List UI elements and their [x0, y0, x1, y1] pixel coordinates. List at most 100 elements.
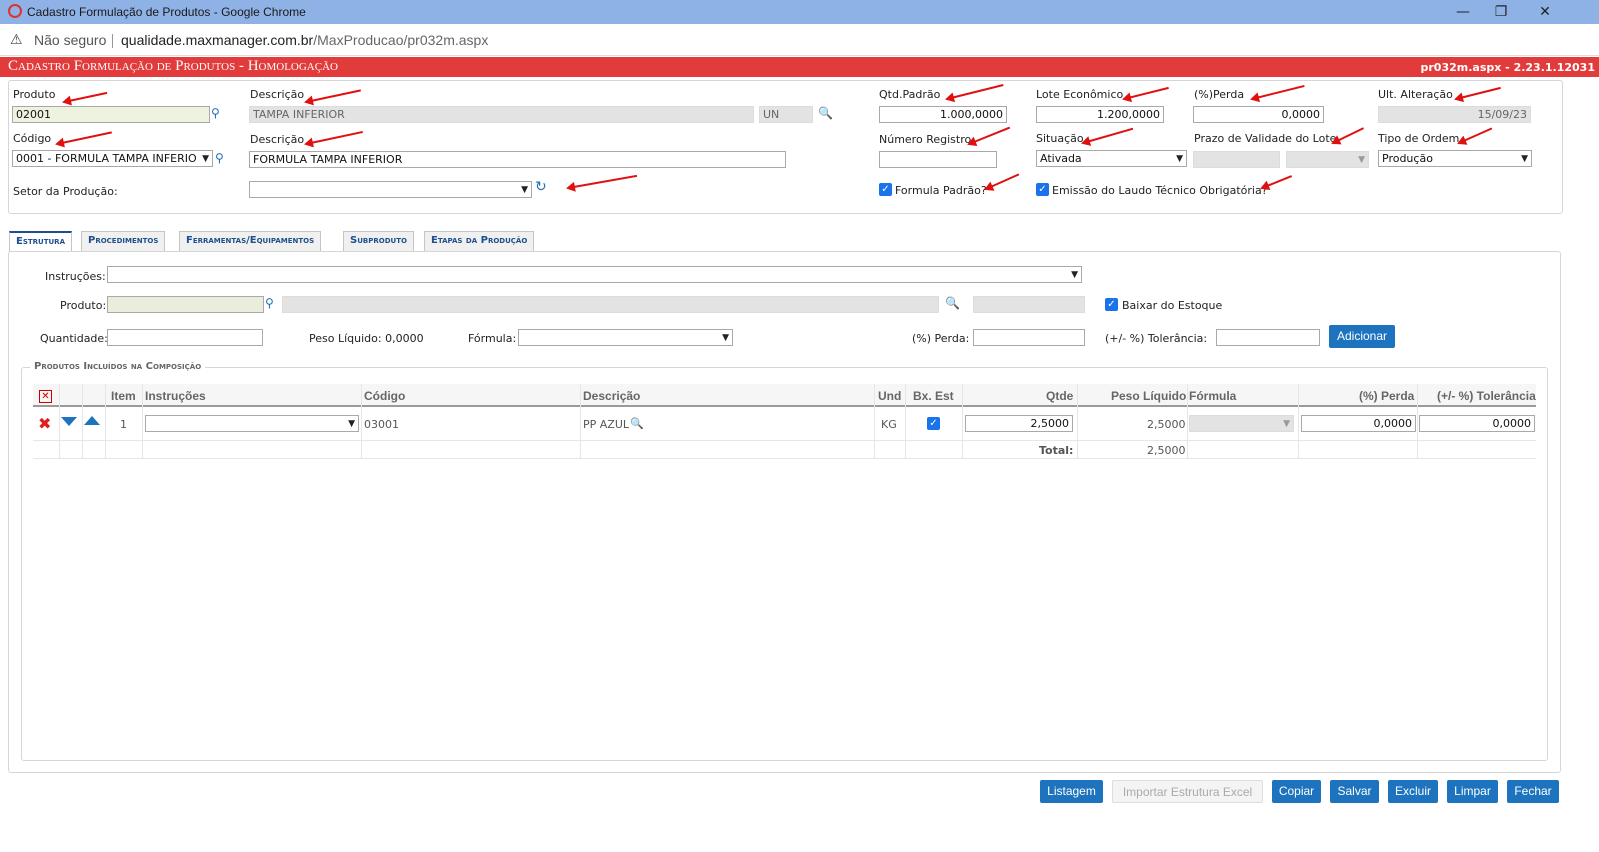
col-instrucoes: Instruções: [145, 389, 206, 403]
delete-row-icon[interactable]: ✖: [38, 414, 51, 433]
tab-ferramentas[interactable]: Ferramentas/Equipamentos: [179, 231, 322, 251]
minimize-icon[interactable]: —: [1454, 3, 1472, 21]
tipo-ordem-select-value: Produção: [1382, 152, 1433, 165]
window-title: Cadastro Formulação de Produtos - Google…: [27, 5, 306, 19]
lote-label: Lote Econômico: [1036, 88, 1124, 101]
restore-icon[interactable]: ❐: [1492, 3, 1510, 21]
move-up-icon[interactable]: [84, 416, 100, 425]
url-host: qualidade.maxmanager.com.br: [121, 32, 314, 48]
copiar-button[interactable]: Copiar: [1272, 780, 1321, 803]
tipo-ordem-label: Tipo de Ordem: [1378, 132, 1460, 145]
delete-all-icon[interactable]: ✕: [39, 390, 52, 403]
descricao2-label: Descrição: [250, 133, 305, 146]
chevron-down-icon: ▼: [1358, 154, 1365, 165]
estrutura-unidade-input: [973, 296, 1085, 313]
peso-liquido-label: Peso Líquido: 0,0000: [309, 332, 424, 345]
excluir-button[interactable]: Excluir: [1388, 780, 1438, 803]
cell-formula-select: ▼: [1189, 415, 1294, 432]
numero-registro-input[interactable]: [879, 151, 997, 168]
chevron-down-icon: ▼: [348, 418, 355, 429]
chevron-down-icon: ▼: [1521, 153, 1528, 164]
tab-procedimentos[interactable]: Procedimentos: [81, 231, 166, 251]
codigo-select[interactable]: 0001 - FORMULA TAMPA INFERIOR ▼: [12, 150, 213, 167]
adicionar-button[interactable]: Adicionar: [1329, 325, 1395, 348]
salvar-button[interactable]: Salvar: [1330, 780, 1379, 803]
listagem-button[interactable]: Listagem: [1040, 780, 1103, 803]
table-row: ✖ 1 ▼ 03001 PP AZUL 🔍 KG ✓ 2,5000 ▼: [33, 409, 1536, 440]
perda-input[interactable]: [1193, 106, 1324, 123]
chevron-down-icon: ▼: [722, 332, 729, 343]
produto-input[interactable]: [12, 106, 210, 123]
formula-select[interactable]: ▼: [518, 329, 733, 346]
cell-perda-input[interactable]: [1301, 415, 1416, 432]
tab-estrutura[interactable]: Estrutura: [9, 231, 72, 252]
situacao-select-value: Ativada: [1040, 152, 1082, 165]
search-icon[interactable]: ⚲: [211, 107, 220, 119]
estrutura-produto-input[interactable]: [107, 296, 264, 313]
estrutura-perda-input[interactable]: [973, 329, 1085, 346]
tab-etapas-producao[interactable]: Etapas da Produção: [424, 231, 535, 251]
total-value: 2,5000: [1147, 444, 1186, 457]
ult-alteracao-label: Ult. Alteração: [1378, 88, 1453, 101]
quantidade-label: Quantidade:: [40, 332, 108, 345]
tolerancia-input[interactable]: [1216, 329, 1320, 346]
search-codigo-icon[interactable]: ⚲: [215, 152, 224, 164]
limpar-button[interactable]: Limpar: [1447, 780, 1498, 803]
address-bar[interactable]: ⚠ Não seguro qualidade.maxmanager.com.br…: [0, 24, 1599, 56]
move-down-icon[interactable]: [61, 417, 77, 426]
lote-input[interactable]: [1036, 106, 1164, 123]
col-codigo: Código: [364, 389, 406, 403]
col-bx-est: Bx. Est: [913, 389, 954, 403]
close-window-icon[interactable]: ✕: [1536, 3, 1554, 21]
tab-subproduto[interactable]: Subproduto: [343, 231, 414, 251]
setor-select[interactable]: ▼: [249, 181, 532, 198]
binoculars-icon[interactable]: 🔍: [945, 297, 960, 309]
chevron-down-icon: ▼: [1176, 153, 1183, 164]
search-produto-icon[interactable]: ⚲: [265, 297, 274, 309]
situacao-select[interactable]: Ativada ▼: [1036, 150, 1187, 167]
prazo-unidade-select: ▼: [1286, 151, 1369, 168]
descricao-input: [249, 106, 754, 123]
fechar-button[interactable]: Fechar: [1507, 780, 1559, 803]
cell-und: KG: [881, 418, 897, 431]
refresh-icon[interactable]: ↻: [535, 180, 547, 194]
tipo-ordem-select[interactable]: Produção ▼: [1378, 150, 1532, 167]
col-und: Und: [878, 389, 902, 403]
descricao-formula-input[interactable]: [249, 151, 786, 168]
url-text[interactable]: qualidade.maxmanager.com.br/MaxProducao/…: [121, 32, 488, 48]
chevron-down-icon: ▼: [1283, 418, 1290, 429]
chevron-down-icon: ▼: [521, 184, 528, 195]
binoculars-icon[interactable]: 🔍: [818, 107, 833, 119]
cell-descricao: PP AZUL: [583, 418, 630, 431]
grid-row-divider: [33, 440, 1536, 441]
cell-item: 1: [120, 418, 127, 431]
descricao-label: Descrição: [250, 88, 305, 101]
instrucoes-select[interactable]: ▼: [107, 266, 1082, 283]
col-qtde: Qtde: [1046, 389, 1074, 403]
emissao-laudo-label: Emissão do Laudo Técnico Obrigatória?: [1052, 184, 1268, 197]
cell-tolerancia-input[interactable]: [1419, 415, 1535, 432]
formula-padrao-checkbox[interactable]: ✓: [879, 183, 892, 196]
address-separator: [112, 34, 113, 48]
perda-label: (%)Perda: [1194, 88, 1245, 101]
chevron-down-icon: ▼: [1071, 269, 1078, 280]
qtd-padrao-input[interactable]: [879, 106, 1007, 123]
situacao-label: Situação: [1036, 132, 1084, 145]
warning-icon: ⚠: [10, 32, 23, 48]
unidade-input: [759, 106, 813, 123]
prazo-validade-input: [1193, 151, 1280, 168]
estrutura-produto-label: Produto:: [60, 299, 107, 312]
binoculars-icon[interactable]: 🔍: [630, 417, 644, 430]
app-logo-icon: [8, 4, 22, 18]
header-form-panel: [8, 80, 1563, 214]
cell-qtde-input[interactable]: [965, 415, 1073, 432]
emissao-laudo-checkbox[interactable]: ✓: [1036, 183, 1049, 196]
cell-instrucoes-select[interactable]: ▼: [145, 415, 359, 432]
grid-header-bg: [33, 384, 1536, 407]
importar-excel-button: Importar Estrutura Excel: [1112, 780, 1263, 803]
cell-bx-est-checkbox[interactable]: ✓: [927, 417, 940, 430]
quantidade-input[interactable]: [107, 329, 263, 346]
tolerancia-label: (+/- %) Tolerância:: [1105, 332, 1208, 345]
col-formula: Fórmula: [1189, 389, 1237, 403]
baixar-estoque-checkbox[interactable]: ✓: [1105, 298, 1118, 311]
